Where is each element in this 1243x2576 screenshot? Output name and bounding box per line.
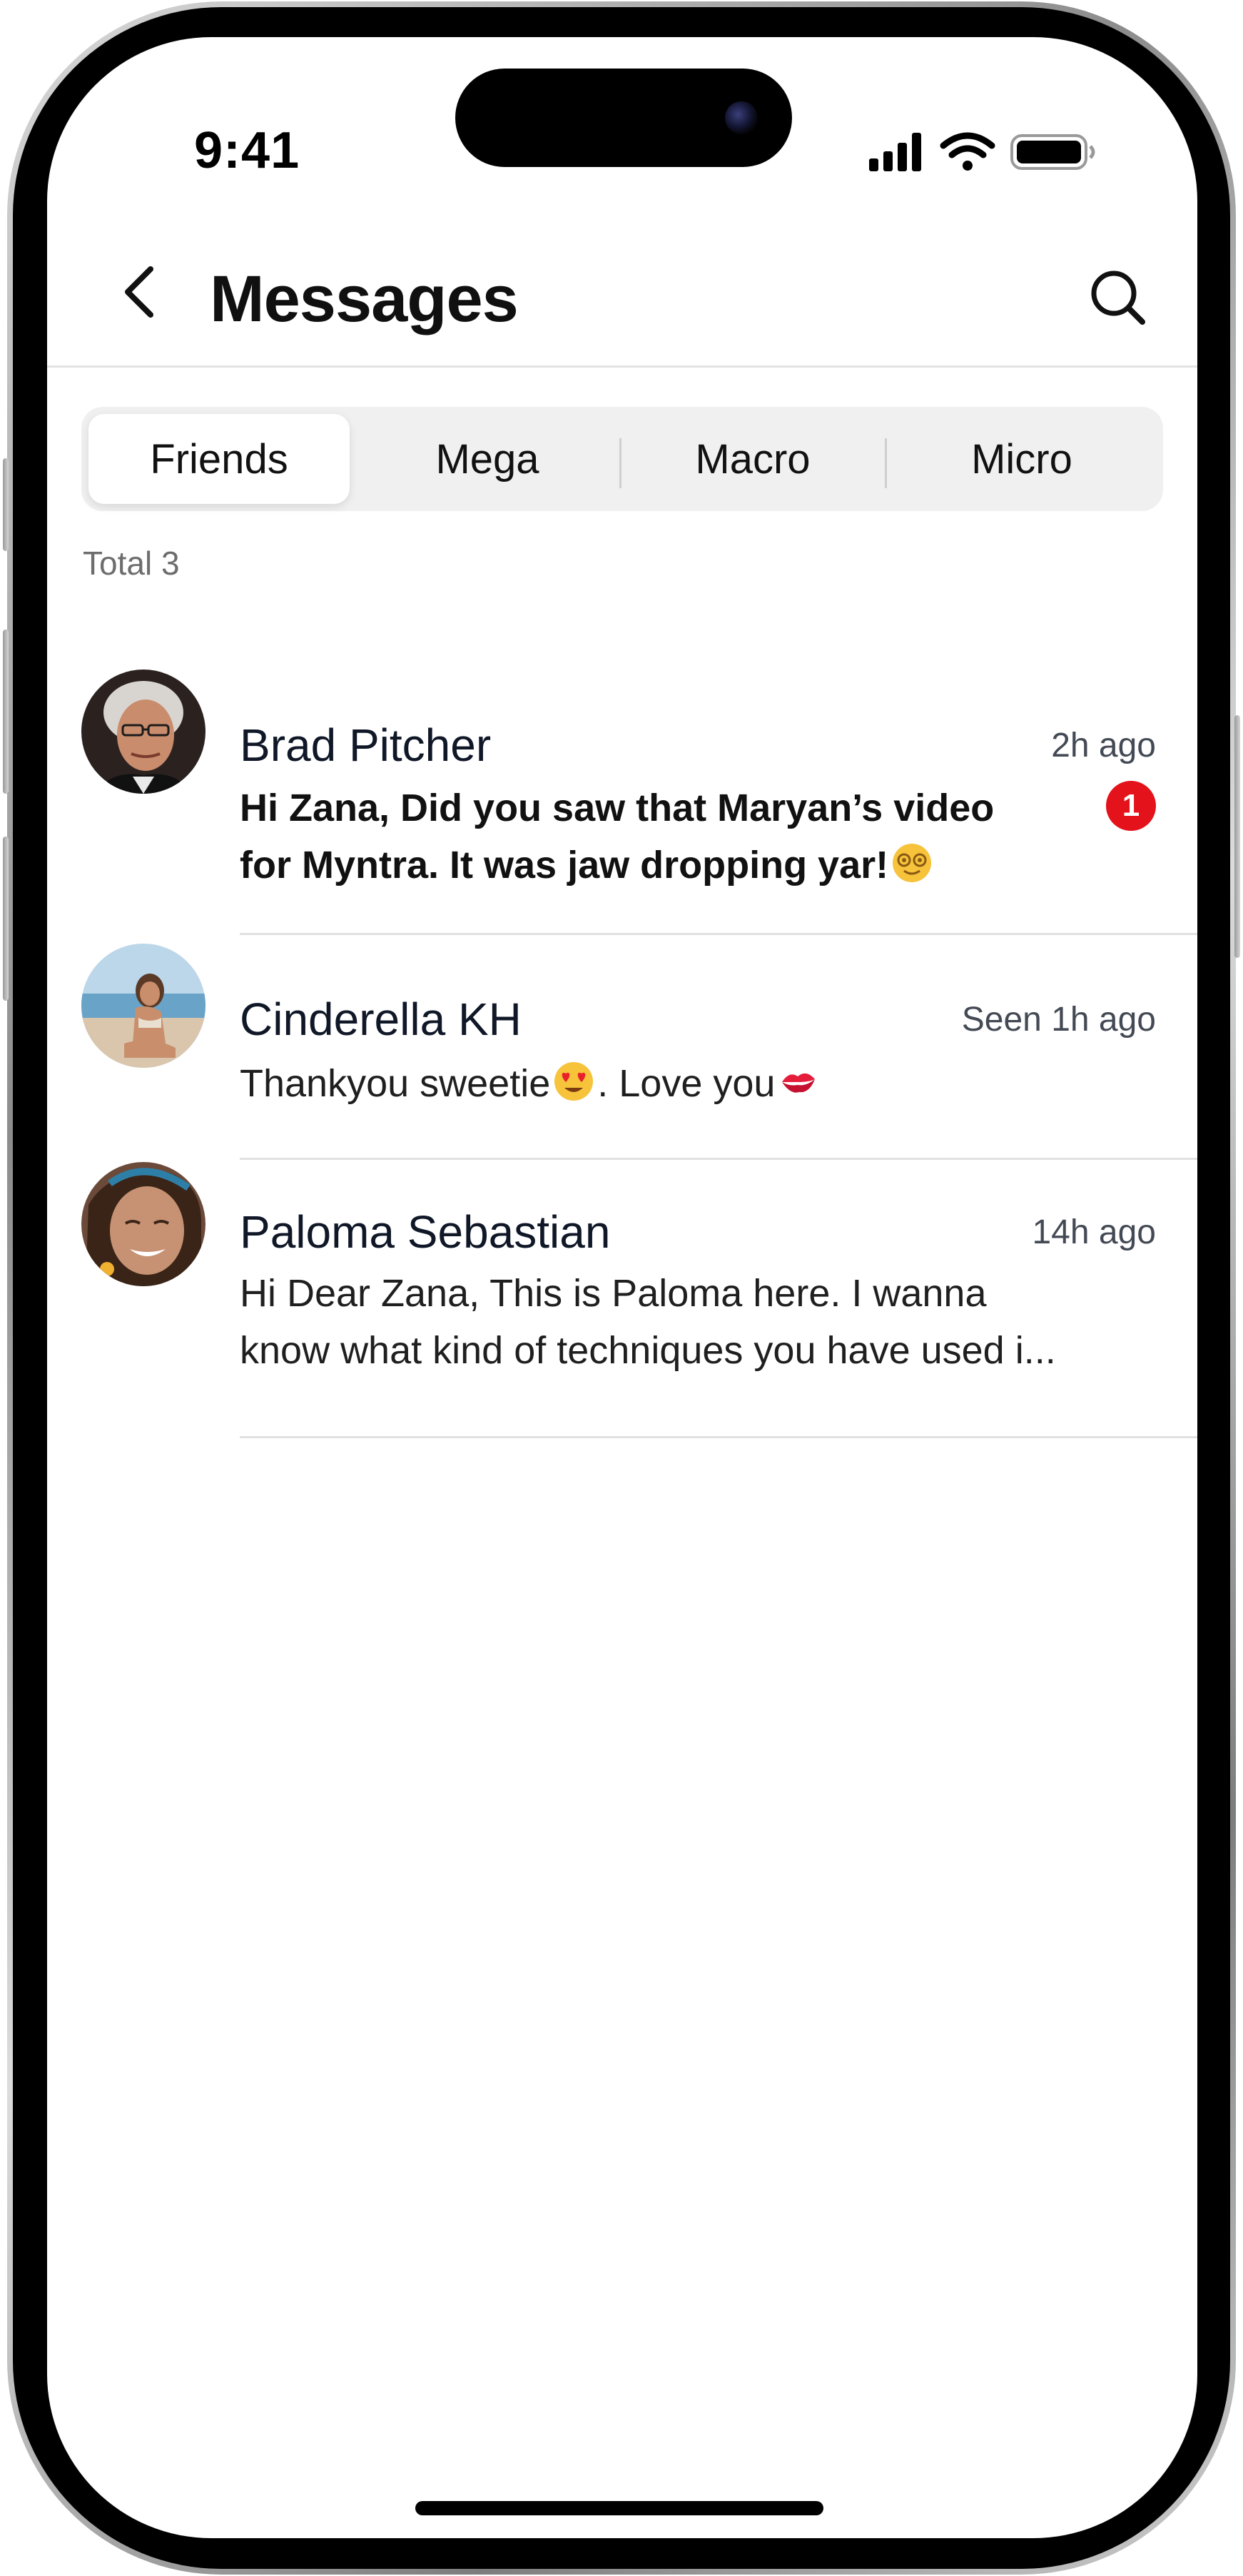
- tab-micro[interactable]: Micro: [888, 414, 1156, 504]
- home-indicator[interactable]: [415, 2501, 823, 2515]
- tab-friends[interactable]: Friends: [88, 414, 350, 504]
- message-preview: Thankyou sweetie . Love you: [240, 1055, 822, 1118]
- conversation-row[interactable]: Cinderella KH Seen 1h ago Thankyou sweet…: [47, 941, 1197, 1163]
- message-preview-text: Thankyou sweetie: [240, 1062, 551, 1105]
- contact-name: Cinderella KH: [240, 994, 522, 1045]
- message-preview-line: Thankyou sweetie . Love you: [240, 1055, 822, 1118]
- power-button: [1234, 715, 1240, 958]
- kiss-mark-emoji: [778, 1061, 819, 1118]
- search-icon: [1091, 271, 1145, 325]
- tab-separator: [885, 438, 887, 488]
- cellular-signal-icon: [869, 133, 921, 171]
- message-time: Seen 1h ago: [961, 1001, 1156, 1039]
- screen: 9:41 Messages Friends Mega Macro Micro T…: [47, 37, 1197, 2538]
- message-time: 2h ago: [1051, 727, 1156, 764]
- message-preview-line: know what kind of techniques you have us…: [240, 1329, 1056, 1372]
- conversation-row[interactable]: Brad Pitcher 2h ago Hi Zana, Did you saw…: [47, 665, 1197, 935]
- tab-separator: [619, 438, 622, 488]
- status-icons: [869, 132, 1095, 171]
- contact-name: Paloma Sebastian: [240, 1206, 611, 1258]
- header-divider: [47, 365, 1197, 368]
- chevron-left-icon: [125, 266, 153, 318]
- volume-up-button: [3, 630, 9, 794]
- contact-name: Brad Pitcher: [240, 719, 492, 771]
- message-preview-line: Hi Dear Zana, This is Paloma here. I wan…: [240, 1272, 987, 1315]
- avatar: [81, 670, 206, 794]
- dynamic-island: [455, 69, 792, 167]
- page-title: Messages: [210, 263, 519, 335]
- battery-icon: [1010, 134, 1095, 170]
- wifi-icon: [940, 132, 995, 171]
- unread-badge: 1: [1106, 781, 1156, 831]
- row-divider: [240, 1158, 1197, 1160]
- volume-down-button: [3, 837, 9, 1001]
- row-divider: [240, 1436, 1197, 1438]
- message-preview-text: . Love you: [597, 1062, 776, 1105]
- hypnotized-face-emoji: [891, 842, 933, 899]
- message-preview: Hi Zana, Did you saw that Maryan’s video…: [240, 779, 994, 899]
- tab-mega[interactable]: Mega: [357, 414, 618, 504]
- row-divider: [240, 933, 1197, 935]
- message-time: 14h ago: [1032, 1213, 1156, 1251]
- heart-eyes-emoji: [553, 1061, 594, 1118]
- avatar: [81, 944, 206, 1068]
- avatar: [81, 1162, 206, 1286]
- conversation-row[interactable]: Paloma Sebastian 14h ago Hi Dear Zana, T…: [47, 1162, 1197, 1440]
- status-time: 9:41: [194, 122, 300, 179]
- camera-icon: [725, 101, 758, 134]
- back-button[interactable]: [100, 253, 178, 331]
- search-button[interactable]: [1079, 258, 1157, 337]
- action-button: [3, 458, 9, 551]
- tab-macro[interactable]: Macro: [622, 414, 883, 504]
- total-count: Total 3: [83, 545, 180, 582]
- message-preview-text: for Myntra. It was jaw dropping yar!: [240, 844, 889, 887]
- message-preview: Hi Dear Zana, This is Paloma here. I wan…: [240, 1265, 1056, 1379]
- category-tabs: Friends Mega Macro Micro: [81, 407, 1163, 511]
- message-preview-line: Hi Zana, Did you saw that Maryan’s video: [240, 787, 995, 829]
- message-preview-line: for Myntra. It was jaw dropping yar!: [240, 837, 994, 899]
